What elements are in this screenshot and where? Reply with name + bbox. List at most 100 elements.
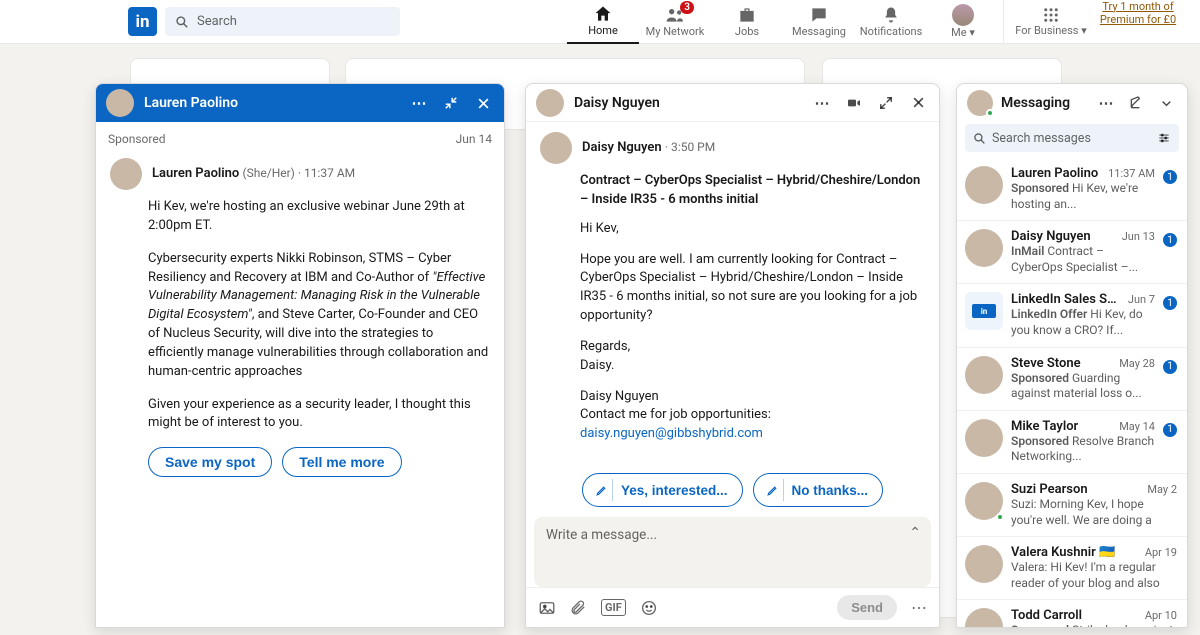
messaging-more-icon[interactable]: ⋯ <box>1095 94 1117 112</box>
messaging-list: Lauren Paolino 11:37 AMSponsored Hi Kev, … <box>957 158 1187 627</box>
conversation-avatar <box>965 545 1003 583</box>
chat-close-icon[interactable] <box>907 95 929 110</box>
chat-header-name: Lauren Paolino <box>144 95 238 111</box>
bell-icon <box>881 5 901 25</box>
reply-yes-button[interactable]: Yes, interested... <box>582 473 743 507</box>
conversation-name: Valera Kushnir 🇺🇦 <box>1011 545 1115 560</box>
compose-expand-icon[interactable]: ⌃ <box>909 525 921 541</box>
unread-badge: 1 <box>1163 170 1177 184</box>
messaging-list-item[interactable]: Daisy NguyenJun 13InMail Contract – Cybe… <box>957 220 1187 283</box>
chat-header-date: Jun 14 <box>456 132 492 146</box>
messaging-header[interactable]: Messaging ⋯ <box>957 84 1187 122</box>
conversation-preview: Sponsored Resolve Branch Networking... <box>1011 434 1155 465</box>
conversation-preview: Suzi: Morning Kev, I hope you're well. W… <box>1011 497 1177 528</box>
chat-more-icon[interactable]: ⋯ <box>408 94 430 112</box>
chat-header[interactable]: Daisy Nguyen ⋯ <box>526 84 939 122</box>
conversation-date: Jun 13 <box>1122 230 1155 243</box>
pencil-icon <box>762 479 784 501</box>
messaging-list-item[interactable]: Mike TaylorMay 14Sponsored Resolve Branc… <box>957 410 1187 473</box>
save-my-spot-button[interactable]: Save my spot <box>148 447 272 477</box>
messaging-list-item[interactable]: Lauren Paolino 11:37 AMSponsored Hi Kev, … <box>957 158 1187 220</box>
messaging-title: Messaging <box>1001 95 1070 111</box>
chat-window-daisy: Daisy Nguyen ⋯ Daisy Nguyen · 3:50 PM Co… <box>525 83 940 628</box>
author-name: Lauren Paolino <box>152 166 239 181</box>
conversation-avatar <box>965 608 1003 627</box>
chat-window-lauren: Lauren Paolino ⋯ Sponsored Jun 14 Lauren… <box>95 83 505 628</box>
conversation-avatar: in <box>965 292 1003 330</box>
messaging-list-item[interactable]: Steve StoneMay 28Sponsored Guarding agai… <box>957 347 1187 410</box>
video-toggle-icon[interactable] <box>843 95 865 111</box>
conversation-preview: InMail Contract – CyberOps Specialist –.… <box>1011 244 1155 275</box>
nav-messaging[interactable]: Messaging <box>783 0 855 44</box>
message-paragraph: Hi Kev, we're hosting an exclusive webin… <box>148 198 490 236</box>
self-avatar <box>967 90 993 116</box>
send-button[interactable]: Send <box>837 595 897 620</box>
conversation-preview: Sponsored Guarding against material loss… <box>1011 371 1155 402</box>
top-nav: in Search Home 3 My Network Jobs <box>0 0 1200 44</box>
nav-home[interactable]: Home <box>567 0 639 44</box>
conversation-preview: Sponsored Strike back against external c… <box>1011 623 1177 627</box>
presence-dot <box>986 109 994 117</box>
conversation-preview: LinkedIn Offer Hi Kev, do you know a CRO… <box>1011 307 1155 338</box>
unread-badge: 1 <box>1163 233 1177 247</box>
messaging-list-item[interactable]: in LinkedIn Sales Solutions Jun 7LinkedIn … <box>957 283 1187 346</box>
conversation-date: Jun 7 <box>1128 293 1155 306</box>
search-placeholder: Search <box>197 14 237 29</box>
author-avatar <box>110 158 142 190</box>
conversation-preview: Sponsored Hi Kev, we're hosting an... <box>1011 181 1155 212</box>
conversation-date: May 28 <box>1119 357 1155 370</box>
network-badge: 3 <box>680 1 694 14</box>
unread-badge: 1 <box>1163 360 1177 374</box>
conversation-preview: Valera: Hi Kev! I'm a regular reader of … <box>1011 560 1177 591</box>
messaging-list-item[interactable]: Todd CarrollApr 10Sponsored Strike back … <box>957 599 1187 627</box>
search-icon <box>175 15 189 29</box>
message-greeting: Hi Kev, <box>580 220 925 239</box>
chat-expand-icon[interactable] <box>875 96 897 110</box>
home-icon <box>593 4 613 24</box>
nav-my-network[interactable]: 3 My Network <box>639 0 711 44</box>
attachment-icon[interactable] <box>570 599 587 616</box>
header-avatar <box>536 89 564 117</box>
messaging-search-input[interactable]: Search messages <box>965 124 1179 152</box>
author-avatar <box>540 132 572 164</box>
nav-jobs[interactable]: Jobs <box>711 0 783 44</box>
conversation-date: Apr 10 <box>1145 609 1177 622</box>
presence-dot <box>996 513 1004 521</box>
conversation-name: Lauren Paolino <box>1011 166 1098 181</box>
compose-placeholder: Write a message... <box>546 527 657 543</box>
conversation-name: Mike Taylor <box>1011 419 1078 434</box>
people-icon: 3 <box>665 5 685 25</box>
chat-close-icon[interactable] <box>472 96 494 111</box>
conversation-name: LinkedIn Sales Solutions <box>1011 292 1122 307</box>
nav-notifications[interactable]: Notifications <box>855 0 927 44</box>
chat-more-icon[interactable]: ⋯ <box>811 94 833 112</box>
messaging-collapse-icon[interactable] <box>1155 96 1177 111</box>
gif-icon[interactable]: GIF <box>601 599 626 616</box>
search-icon <box>973 132 986 145</box>
reply-no-button[interactable]: No thanks... <box>753 473 884 507</box>
compose-more-icon[interactable]: ⋯ <box>911 598 927 617</box>
chat-collapse-icon[interactable] <box>440 96 462 110</box>
tell-me-more-button[interactable]: Tell me more <box>282 447 401 477</box>
messaging-list-item[interactable]: Suzi PearsonMay 2Suzi: Morning Kev, I ho… <box>957 473 1187 536</box>
conversation-avatar <box>965 356 1003 394</box>
chat-icon <box>809 5 829 25</box>
chat-header[interactable]: Lauren Paolino ⋯ <box>96 84 504 122</box>
signature-email-link[interactable]: daisy.nguyen@gibbshybrid.com <box>580 426 763 441</box>
compose-input[interactable]: Write a message... ⌃ <box>534 517 931 587</box>
emoji-icon[interactable] <box>640 599 658 617</box>
briefcase-icon <box>737 5 757 25</box>
linkedin-logo[interactable]: in <box>128 7 157 36</box>
conversation-date: 11:37 AM <box>1108 167 1155 180</box>
nav-for-business[interactable]: For Business ▾ <box>1008 0 1094 44</box>
message-body: Hope you are well. I am currently lookin… <box>580 251 925 326</box>
filter-icon[interactable] <box>1157 131 1171 145</box>
conversation-avatar <box>965 166 1003 204</box>
compose-new-icon[interactable] <box>1125 95 1147 111</box>
nav-me[interactable]: Me ▾ <box>927 0 999 44</box>
premium-promo-link[interactable]: Try 1 month of Premium for £0 <box>1094 0 1182 26</box>
messaging-list-item[interactable]: Valera Kushnir 🇺🇦Apr 19Valera: Hi Kev! I… <box>957 536 1187 599</box>
search-input[interactable]: Search <box>165 7 400 36</box>
message-signature: Daisy Nguyen Contact me for job opportun… <box>580 388 925 445</box>
image-icon[interactable] <box>538 599 556 617</box>
